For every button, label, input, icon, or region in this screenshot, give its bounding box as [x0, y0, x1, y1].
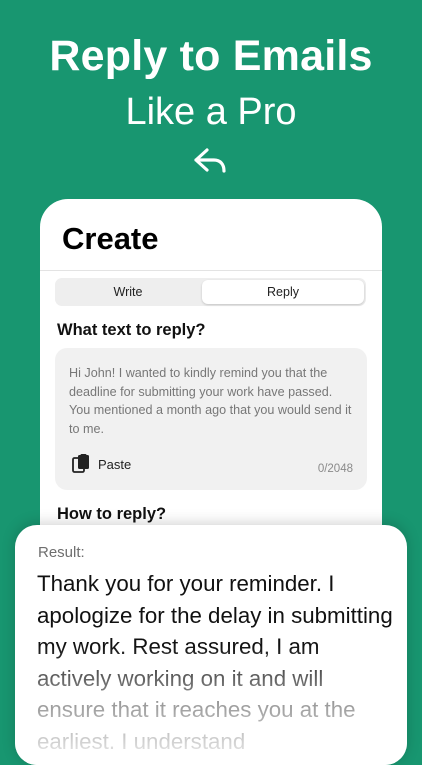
character-counter: 0/2048 — [317, 463, 353, 475]
reply-arrow-icon — [194, 148, 226, 173]
clipboard-paste-icon — [72, 454, 89, 473]
mode-segmented-control: Write Reply — [55, 278, 366, 306]
paste-label: Paste — [98, 456, 132, 472]
page-title: Create — [62, 221, 159, 256]
section-heading-how-to-reply: How to reply? — [57, 505, 167, 523]
result-card: Result: Thank you for your reminder. I a… — [15, 525, 407, 765]
divider — [40, 270, 382, 271]
tab-write[interactable]: Write — [57, 280, 199, 304]
paste-button[interactable]: Paste — [72, 454, 131, 474]
result-text: Thank you for your reminder. I apologize… — [37, 571, 393, 754]
reply-text-value[interactable]: Hi John! I wanted to kindly remind you t… — [69, 364, 355, 438]
tab-reply[interactable]: Reply — [202, 280, 364, 304]
section-heading-reply-text: What text to reply? — [57, 321, 206, 339]
reply-text-input[interactable]: Hi John! I wanted to kindly remind you t… — [55, 348, 367, 490]
result-label: Result: — [38, 544, 85, 561]
headline: Reply to Emails — [49, 32, 373, 80]
subheadline: Like a Pro — [125, 91, 297, 133]
